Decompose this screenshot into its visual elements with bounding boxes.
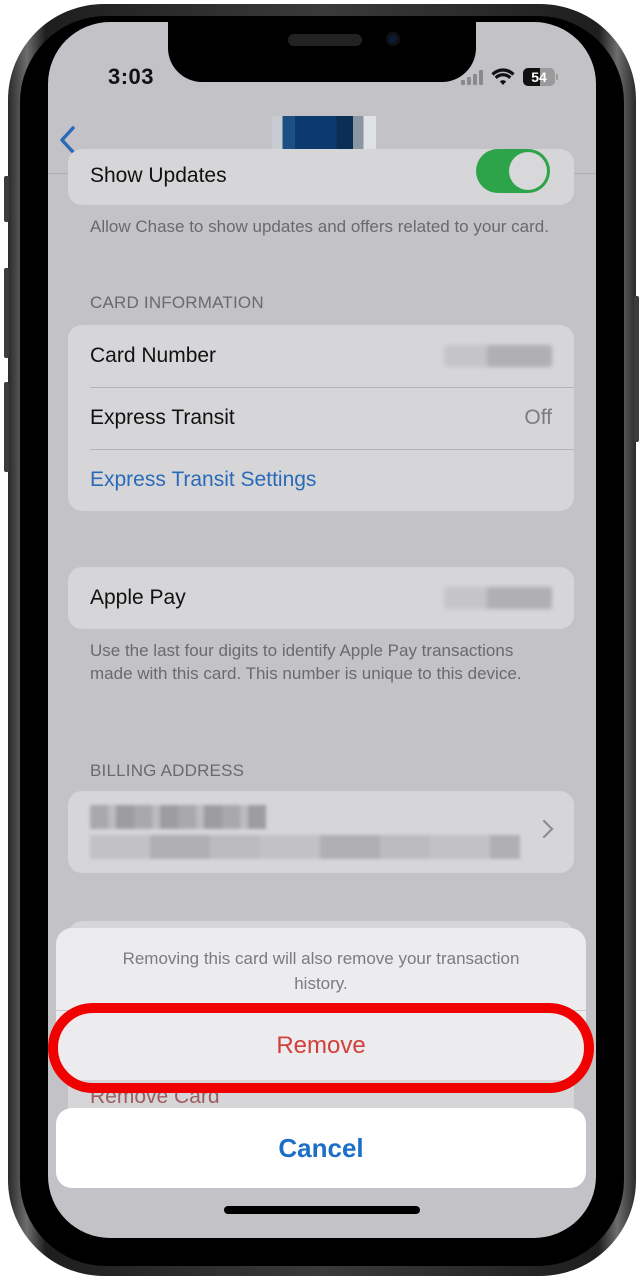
show-updates-row: Show Updates <box>68 149 574 205</box>
express-transit-settings-link[interactable]: Express Transit Settings <box>68 449 574 511</box>
battery-icon: 54 <box>523 68 558 86</box>
volume-down-button <box>4 382 9 472</box>
apple-pay-value <box>444 587 552 609</box>
notch <box>168 22 476 82</box>
billing-address-header: BILLING ADDRESS <box>90 761 245 780</box>
show-updates-label: Show Updates <box>90 164 227 187</box>
remove-card-label-behind: Remove Card <box>90 1085 220 1108</box>
show-updates-toggle[interactable] <box>476 149 550 193</box>
apple-pay-footer: Use the last four digits to identify App… <box>90 641 522 683</box>
card-information-header: CARD INFORMATION <box>90 293 264 312</box>
battery-level: 54 <box>531 69 547 85</box>
express-transit-value: Off <box>524 406 552 429</box>
home-indicator[interactable] <box>224 1206 420 1214</box>
card-number-label: Card Number <box>90 344 217 367</box>
card-number-value <box>444 345 552 367</box>
power-button <box>634 296 639 442</box>
speaker <box>288 34 362 46</box>
remove-button[interactable]: Remove <box>56 1010 586 1080</box>
express-transit-settings-label: Express Transit Settings <box>90 468 317 491</box>
billing-address-group[interactable] <box>68 791 574 873</box>
show-updates-group: Show Updates <box>68 149 574 205</box>
front-camera <box>386 32 400 46</box>
apple-pay-label: Apple Pay <box>90 586 186 609</box>
screen: 3:03 54 Show Updates Allow Chase to show… <box>48 22 596 1238</box>
express-transit-row[interactable]: Express Transit Off <box>68 387 574 449</box>
status-icons: 54 <box>461 68 558 86</box>
show-updates-footer: Allow Chase to show updates and offers r… <box>90 217 549 236</box>
apple-pay-row: Apple Pay <box>68 567 574 629</box>
card-information-group: Card Number Express Transit Off Express … <box>68 325 574 511</box>
volume-up-button <box>4 268 9 358</box>
wifi-icon <box>491 68 515 85</box>
apple-pay-group: Apple Pay <box>68 567 574 629</box>
billing-address-line-2 <box>90 835 520 859</box>
action-sheet: Removing this card will also remove your… <box>56 928 586 1080</box>
chevron-right-icon <box>542 819 554 839</box>
cancel-button[interactable]: Cancel <box>56 1108 586 1188</box>
silent-switch <box>4 176 9 222</box>
card-number-row[interactable]: Card Number <box>68 325 574 387</box>
action-sheet-message: Removing this card will also remove your… <box>122 949 520 993</box>
status-time: 3:03 <box>108 64 155 89</box>
express-transit-label: Express Transit <box>90 406 235 429</box>
billing-address-line-1 <box>90 805 266 829</box>
